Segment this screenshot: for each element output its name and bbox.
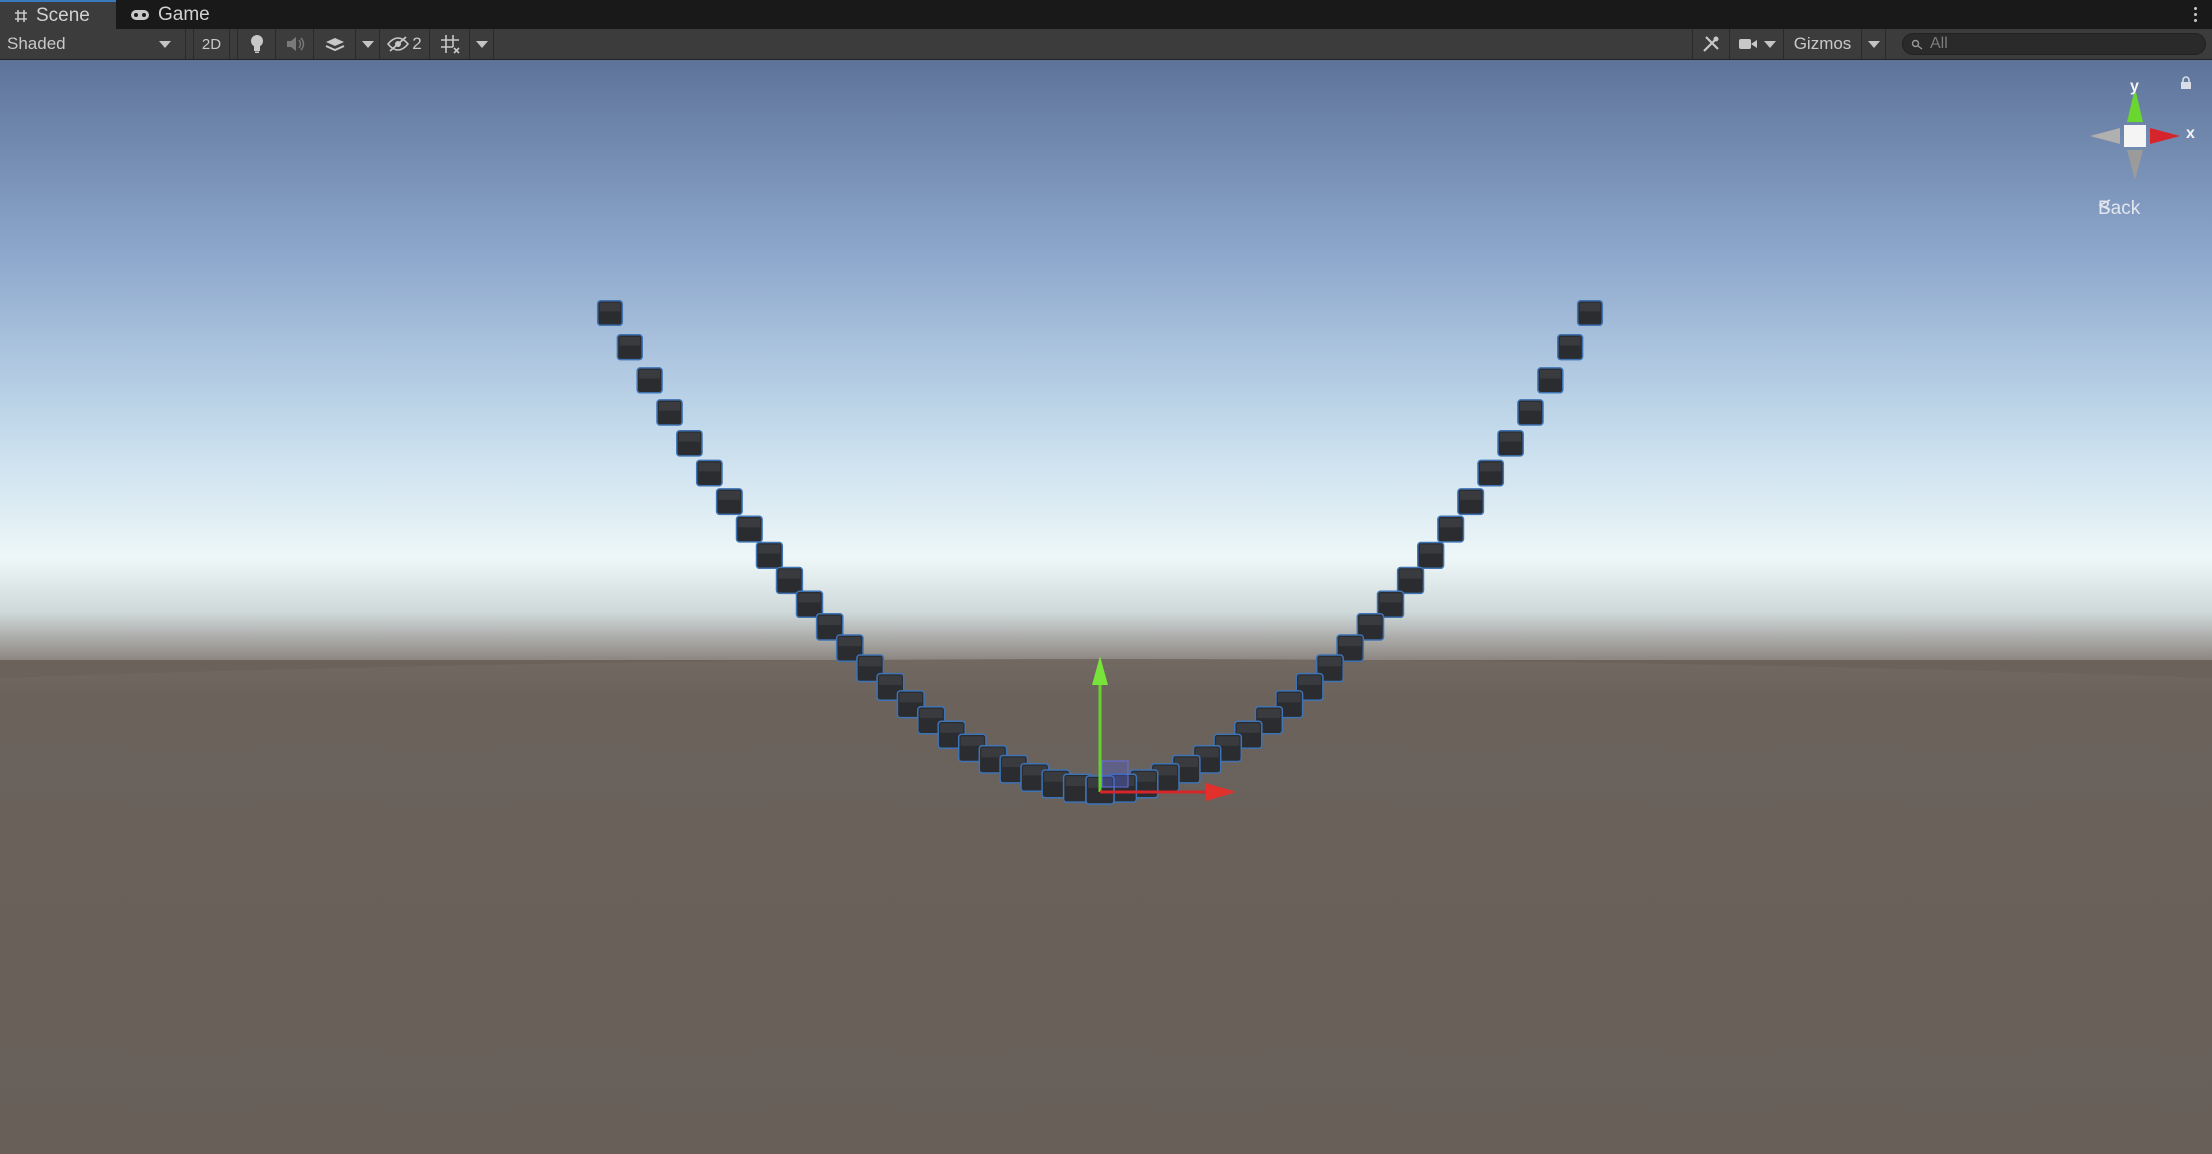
hidden-objects-toggle[interactable]: 2 [380, 29, 430, 59]
chain-cube-top-face [1539, 369, 1561, 379]
toolbar-divider [230, 29, 238, 59]
chain-cube-top-face [1439, 518, 1462, 528]
chain-cube-top-face [1236, 723, 1260, 733]
y-axis-label: y [2130, 78, 2139, 95]
chain-cube-top-face [678, 432, 700, 442]
chain-cube-top-face [778, 569, 801, 579]
chain-cube-top-face [599, 302, 621, 312]
chain-cube-top-face [1559, 336, 1581, 346]
chain-cube-top-face [639, 369, 661, 379]
chain-cube-top-face [858, 657, 882, 667]
search-placeholder: All [1930, 35, 1948, 52]
toolbar-divider [186, 29, 194, 59]
chain-cube-top-face [1459, 490, 1482, 500]
scene-viewport[interactable]: y x Back [0, 60, 2212, 1154]
chain-cube-top-face [899, 692, 923, 703]
speaker-icon [286, 37, 304, 51]
chain-cube-top-face [838, 637, 861, 647]
chevron-down-icon [1867, 40, 1880, 48]
chain-cube-top-face [738, 518, 761, 528]
chain-cube-top-face [1339, 637, 1362, 647]
gizmos-label: Gizmos [1793, 34, 1852, 53]
chain-cube-top-face [960, 736, 984, 746]
tab-game[interactable]: Game [116, 0, 226, 29]
chain-cube-top-face [1216, 736, 1240, 746]
camera-icon [1738, 39, 1757, 49]
chevron-down-icon [475, 40, 488, 48]
chevron-down-icon [1763, 40, 1776, 48]
tab-game-label: Game [158, 3, 210, 25]
chain-cube-top-face [659, 401, 681, 411]
hash-grid-icon [14, 9, 28, 23]
back-chevron-icon [2098, 199, 2111, 211]
hidden-count: 2 [412, 34, 422, 53]
tools-icon [1703, 36, 1719, 52]
tab-scene-label: Scene [36, 4, 90, 26]
2d-mode-toggle[interactable]: 2D [194, 29, 230, 59]
view-direction-button[interactable]: Back [2098, 198, 2140, 220]
grid-snap-icon [440, 35, 460, 54]
gamepad-icon [130, 9, 150, 21]
chain-cube-top-face [1379, 593, 1402, 603]
chevron-down-icon [159, 40, 171, 48]
chain-cube-top-face [1519, 401, 1541, 411]
effects-toggle[interactable] [314, 29, 356, 59]
chain-cube-top-face [1298, 675, 1321, 685]
more-menu-icon[interactable] [2190, 2, 2200, 26]
lightbulb-icon [250, 35, 263, 53]
chain-cube-top-face [940, 723, 964, 733]
center-cube [2124, 125, 2146, 147]
chain-cube-top-face [1257, 708, 1281, 719]
chain-cube-top-face [1419, 544, 1442, 554]
tab-scene[interactable]: Scene [0, 0, 116, 29]
chain-cube-top-face [818, 615, 841, 625]
gizmos-toggle[interactable]: Gizmos [1784, 29, 1862, 59]
tab-bar: Scene Game [0, 0, 2212, 30]
shading-mode-value: Shaded [7, 34, 66, 53]
audio-toggle[interactable] [276, 29, 314, 59]
chain-cube-top-face [879, 675, 902, 685]
tools-toggle[interactable] [1692, 29, 1730, 59]
layers-effects-icon [325, 38, 344, 52]
chain-cube-top-face [1500, 432, 1522, 442]
chain-cube-top-face [1277, 692, 1301, 703]
chain-cube-top-face [1318, 657, 1342, 667]
shading-mode-dropdown[interactable]: Shaded [0, 29, 186, 59]
chain-cube-top-face [758, 544, 781, 554]
chain-cube-top-face [1579, 302, 1601, 312]
chain-cube-top-face [1480, 462, 1502, 472]
2d-mode-label: 2D [201, 35, 222, 53]
camera-settings-dropdown[interactable] [1730, 29, 1784, 59]
grid-dropdown[interactable] [470, 29, 494, 59]
sky [0, 60, 2212, 660]
chain-cube-top-face [619, 336, 641, 346]
scene-render [0, 60, 2212, 1154]
search-icon [1911, 39, 1923, 50]
lighting-toggle[interactable] [238, 29, 276, 59]
ground-plane [0, 659, 2212, 1154]
chain-cube-top-face [698, 462, 720, 472]
chain-cube-top-face [919, 708, 943, 719]
chain-cube-top-face [718, 490, 741, 500]
grid-toggle[interactable] [430, 29, 470, 59]
xy-plane-handle [1101, 760, 1129, 788]
chevron-down-icon [361, 40, 374, 48]
chain-cube-top-face [798, 593, 821, 603]
hierarchy-search-input[interactable]: All [1902, 33, 2206, 55]
chain-cube-top-face [1399, 569, 1422, 579]
x-axis-label: x [2186, 125, 2195, 142]
scene-toolbar: Shaded 2D 2 Gizmos [0, 29, 2212, 60]
gizmos-dropdown[interactable] [1862, 29, 1886, 59]
chain-cube-top-face [1359, 615, 1382, 625]
eye-slash-icon [387, 36, 410, 52]
effects-dropdown[interactable] [356, 29, 380, 59]
